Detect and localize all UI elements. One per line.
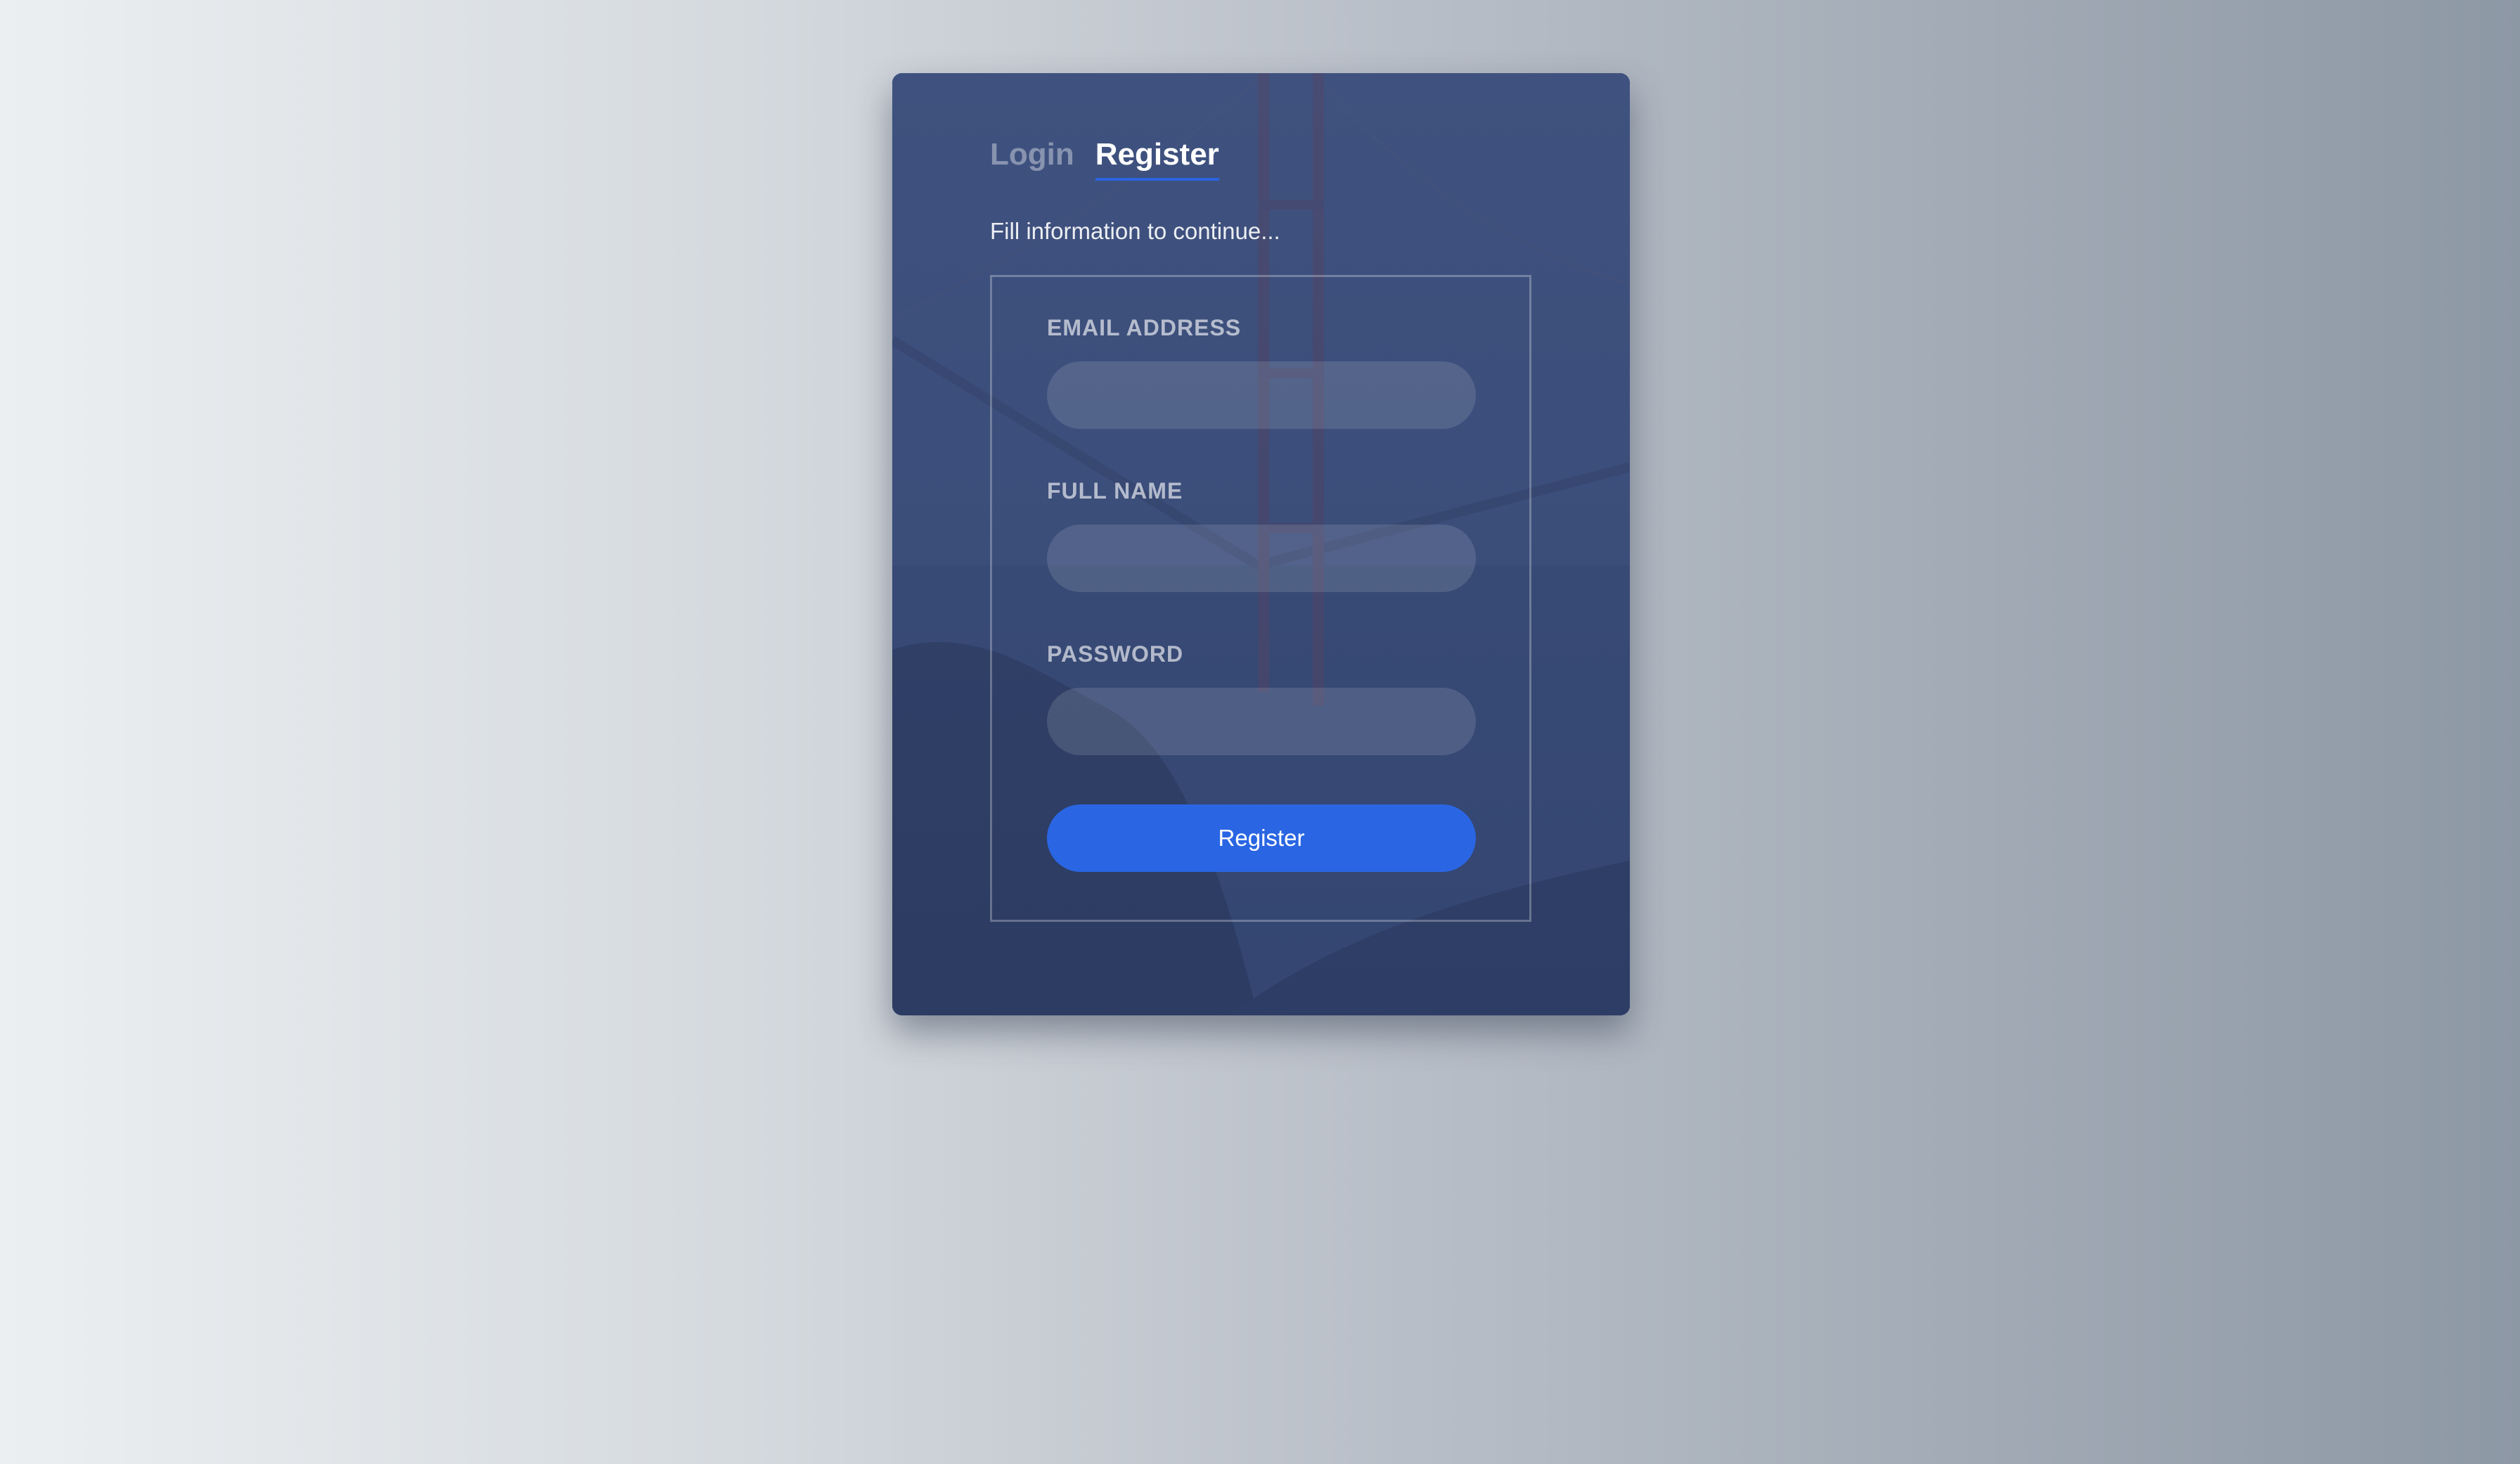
auth-card: Login Register Fill information to conti… [892, 73, 1630, 1015]
register-form: EMAIL ADDRESS FULL NAME PASSWORD Registe… [990, 275, 1531, 922]
tab-login[interactable]: Login [990, 136, 1074, 181]
email-label: EMAIL ADDRESS [1047, 315, 1242, 340]
full-name-label: FULL NAME [1047, 478, 1183, 503]
email-field[interactable] [1047, 361, 1476, 429]
password-field[interactable] [1047, 688, 1476, 755]
password-label: PASSWORD [1047, 641, 1184, 667]
full-name-field[interactable] [1047, 525, 1476, 592]
register-button[interactable]: Register [1047, 804, 1476, 872]
form-subtitle: Fill information to continue... [990, 218, 1280, 244]
auth-tabs: Login Register [990, 136, 1219, 181]
tab-register[interactable]: Register [1095, 136, 1219, 181]
